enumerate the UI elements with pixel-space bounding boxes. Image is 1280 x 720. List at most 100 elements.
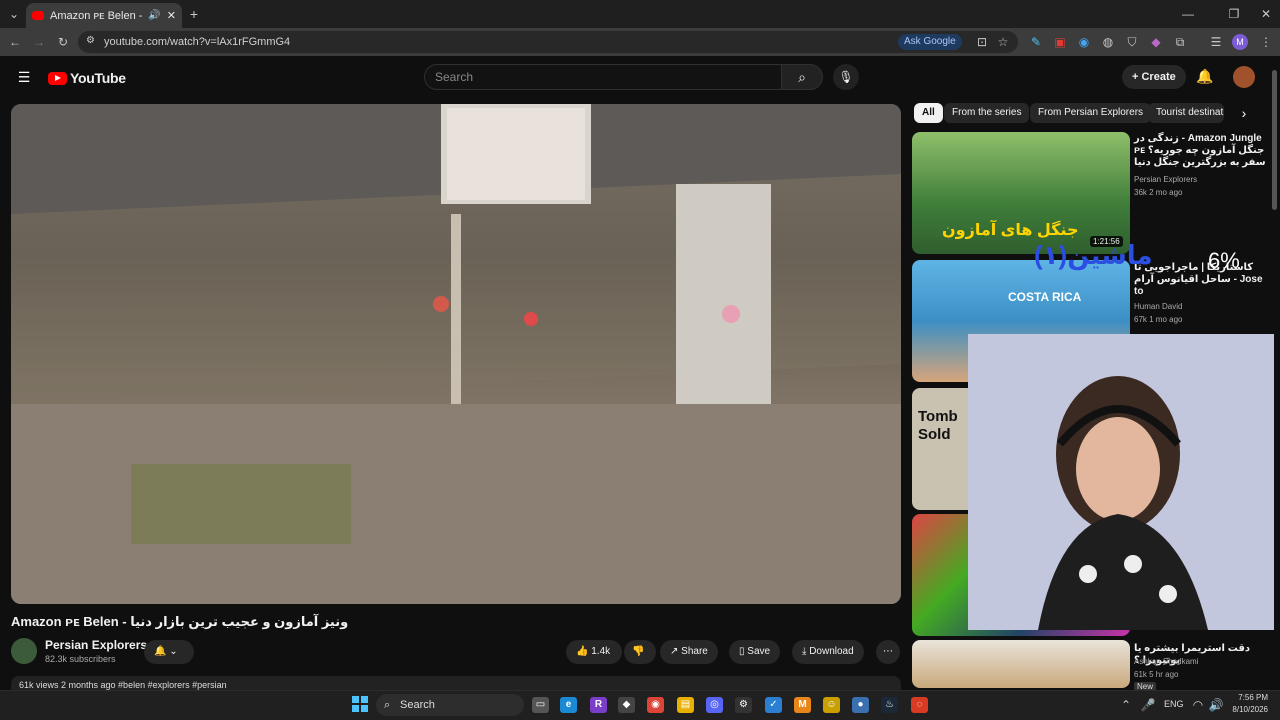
maximize-icon[interactable]: ❐	[1226, 7, 1242, 21]
recommendation-channel[interactable]: Human David	[1134, 302, 1182, 311]
recommendation-title[interactable]: زندگی در - Amazon Jungle ᴘᴇ جنگل آمازون …	[1134, 133, 1270, 169]
hamburger-menu-icon[interactable]: ☰	[16, 70, 32, 84]
app-icon[interactable]: M	[794, 697, 811, 713]
browser-tab-bar: ⌄ Amazon ᴘᴇ Belen - بازار دنیا 🔊 ✕ + — ❐…	[0, 0, 1280, 28]
app-r-icon[interactable]: R	[590, 697, 607, 713]
install-icon[interactable]: ⊡	[974, 35, 990, 49]
file-explorer-icon[interactable]: ▤	[677, 697, 694, 713]
video-title: Amazon ᴘᴇ Belen - ونیز آمازون و عجیب تری…	[11, 614, 349, 629]
search-button[interactable]: ⌕	[781, 64, 823, 90]
youtube-logo[interactable]: YouTube	[48, 70, 126, 86]
voice-search-button[interactable]: 🎙	[833, 64, 859, 90]
download-label: Download	[809, 646, 854, 657]
tab-close-icon[interactable]: ✕	[167, 9, 176, 22]
chrome-icon[interactable]: ◉	[647, 697, 664, 713]
extension-icon[interactable]: ✎	[1028, 35, 1044, 49]
app-icon[interactable]: ◌	[911, 697, 928, 713]
search-icon: ⌕	[798, 69, 806, 85]
tab-search-icon[interactable]: ⌄	[6, 7, 22, 21]
steam-icon[interactable]: ♨	[881, 697, 898, 713]
thumbs-down-icon: 👎	[632, 646, 645, 657]
reading-list-icon[interactable]: ☰	[1208, 35, 1224, 49]
bell-icon: 🔔	[154, 646, 167, 657]
ask-google-button[interactable]: Ask Google	[898, 34, 962, 50]
chevron-right-icon[interactable]: ›	[1236, 106, 1252, 120]
webcam-frame	[968, 334, 1274, 630]
subscribe-notifications-button[interactable]: 🔔 ⌄	[144, 640, 194, 664]
recommendation-meta: 67k 1 mo ago	[1134, 315, 1183, 324]
extension-icon[interactable]: ◍	[1100, 35, 1116, 49]
reload-icon[interactable]: ↻	[55, 35, 71, 49]
like-button[interactable]: 👍 1.4k	[566, 640, 622, 664]
back-icon[interactable]: ←	[7, 35, 23, 49]
more-actions-button[interactable]: ⋯	[876, 640, 900, 664]
volume-icon[interactable]: 🔊	[1208, 698, 1224, 712]
chip-tourist-destinations[interactable]: Tourist destinat	[1148, 103, 1224, 123]
windows-start-icon[interactable]	[352, 696, 368, 712]
microphone-tray-icon[interactable]: 🎤	[1140, 698, 1156, 712]
video-description[interactable]: 61k views 2 months ago #belen #explorers…	[11, 676, 901, 690]
minimize-icon[interactable]: —	[1180, 7, 1196, 21]
browser-menu-icon[interactable]: ⋮	[1258, 35, 1274, 49]
app-icon[interactable]: ◆	[618, 697, 635, 713]
download-button[interactable]: ⤓ Download	[792, 640, 864, 664]
task-view-icon[interactable]: ▭	[532, 697, 549, 713]
chevron-down-icon: ⌄	[169, 646, 178, 657]
recommendation-channel[interactable]: Ashkan Shadkami	[1134, 657, 1198, 666]
recommendation-meta: 61k 5 hr ago	[1134, 670, 1179, 679]
app-icon[interactable]: ☺	[823, 697, 840, 713]
browser-tab[interactable]: Amazon ᴘᴇ Belen - بازار دنیا 🔊 ✕	[26, 3, 182, 28]
windows-taskbar	[0, 690, 1280, 720]
extension-icon[interactable]: ◉	[1076, 35, 1092, 49]
chip-from-persian-explorers[interactable]: From Persian Explorers	[1030, 103, 1152, 123]
language-indicator[interactable]: ENG	[1164, 699, 1184, 709]
share-label: Share	[681, 646, 708, 657]
chip-from-series[interactable]: From the series	[944, 103, 1030, 123]
extension-icon[interactable]: ▣	[1052, 35, 1068, 49]
close-window-icon[interactable]: ✕	[1258, 7, 1274, 21]
overlay-percent: 6%	[1208, 248, 1240, 273]
recommendation-title[interactable]: کاستاریکا | ماجراجویی تا ساحل اقیانوس آر…	[1134, 262, 1270, 298]
app-icon[interactable]: ⚙	[735, 697, 752, 713]
recommendation-thumbnail[interactable]	[912, 640, 1130, 688]
video-player[interactable]	[11, 104, 901, 604]
taskbar-search-label: Search	[400, 699, 435, 711]
recommendation-channel[interactable]: Persian Explorers	[1134, 175, 1197, 184]
url-field[interactable]: ⚙ youtube.com/watch?v=lAx1rFGmmG4	[78, 31, 1018, 53]
share-button[interactable]: ↗ Share	[660, 640, 718, 664]
microphone-icon: 🎙	[838, 70, 854, 84]
account-avatar[interactable]	[1233, 66, 1255, 88]
edge-icon[interactable]: e	[560, 697, 577, 713]
extensions-puzzle-icon[interactable]: ⧉	[1172, 35, 1188, 49]
new-tab-icon[interactable]: +	[186, 7, 202, 21]
save-button[interactable]: ▯ Save	[729, 640, 781, 664]
search-input[interactable]: Search	[424, 64, 782, 90]
shield-icon[interactable]: ⛉	[1124, 35, 1140, 49]
wifi-icon[interactable]: ◠	[1190, 698, 1206, 712]
app-icon[interactable]: ✓	[765, 697, 782, 713]
discord-icon[interactable]: ◎	[706, 697, 723, 713]
taskbar-search[interactable]: ⌕ Search	[376, 694, 524, 716]
channel-name[interactable]: Persian Explorers	[45, 638, 147, 652]
youtube-play-icon	[48, 71, 67, 85]
channel-avatar[interactable]	[11, 638, 37, 664]
share-icon: ↗	[670, 646, 682, 657]
profile-avatar[interactable]: M	[1232, 34, 1248, 50]
clock-date[interactable]: 8/10/2026	[1230, 705, 1268, 714]
chip-all[interactable]: All	[914, 103, 943, 123]
tab-audio-icon[interactable]: 🔊	[148, 10, 160, 21]
app-icon[interactable]: ●	[852, 697, 869, 713]
tray-chevron-icon[interactable]: ⌃	[1118, 698, 1134, 712]
extension-icon[interactable]: ◆	[1148, 35, 1164, 49]
bookmark-star-icon[interactable]: ☆	[995, 35, 1011, 49]
thumbnail-caption: COSTA RICA	[1008, 290, 1082, 304]
site-info-icon[interactable]: ⚙	[86, 35, 95, 46]
recommendation-thumbnail[interactable]: جنگل های آمازون 1:21:56	[912, 132, 1130, 254]
notifications-bell-icon[interactable]: 🔔	[1196, 69, 1213, 83]
dislike-button[interactable]: 👎	[624, 640, 656, 664]
clock-time[interactable]: 7:56 PM	[1232, 693, 1268, 702]
thumbs-up-icon: 👍	[576, 646, 592, 657]
page-scrollbar[interactable]	[1272, 70, 1277, 210]
create-button[interactable]: + Create	[1122, 65, 1186, 89]
forward-icon[interactable]: →	[31, 35, 47, 49]
